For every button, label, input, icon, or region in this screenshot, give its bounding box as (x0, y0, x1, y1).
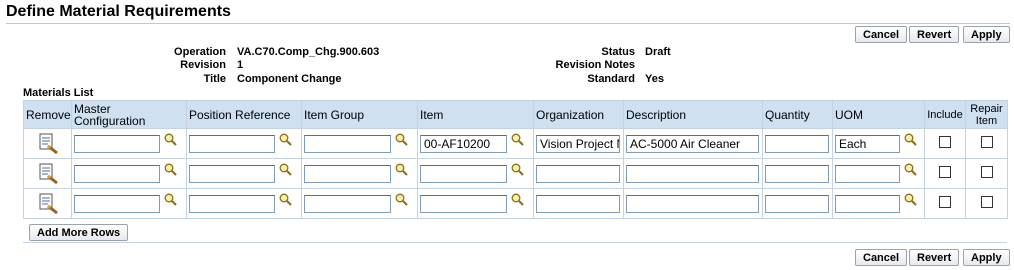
organization-input[interactable] (536, 164, 620, 183)
uom-search-icon[interactable] (904, 132, 917, 146)
description-input[interactable] (626, 194, 759, 213)
item-search-icon[interactable] (511, 192, 524, 206)
uom-search-icon[interactable] (904, 162, 917, 176)
table-row: 00-AF10200 Vision Project M AC-5000 Air … (23, 128, 1008, 159)
column-header-remove: Remove (23, 100, 72, 129)
repair-item-checkbox[interactable] (980, 136, 993, 148)
remove-record-icon[interactable] (37, 132, 59, 155)
column-header-item-group: Item Group (301, 100, 418, 129)
standard-value: Yes (645, 73, 664, 85)
include-checkbox[interactable] (939, 166, 951, 178)
table-footer (23, 222, 1007, 243)
include-checkbox[interactable] (939, 136, 951, 148)
repair-item-checkbox[interactable] (980, 196, 993, 208)
master-configuration-input[interactable] (74, 164, 160, 183)
title-value: Component Change (237, 73, 342, 85)
title-label: Title (203, 73, 226, 85)
uom-input[interactable]: Each (835, 134, 900, 153)
position-reference-search-icon[interactable] (279, 162, 292, 176)
description-input[interactable] (626, 164, 759, 183)
item-group-input[interactable] (304, 164, 391, 183)
remove-record-icon[interactable] (37, 192, 59, 215)
revert-button-bottom[interactable]: Revert (909, 249, 960, 266)
add-more-rows-button[interactable]: Add More Rows (29, 224, 129, 241)
position-reference-input[interactable] (189, 164, 275, 183)
position-reference-search-icon[interactable] (279, 132, 292, 146)
cancel-button-bottom[interactable]: Cancel (855, 249, 908, 266)
column-header-master-configuration: Master Configuration (71, 100, 187, 129)
revert-button-top[interactable]: Revert (909, 26, 960, 43)
standard-label: Standard (587, 73, 635, 85)
operation-value: VA.C70.Comp_Chg.900.603 (237, 46, 380, 58)
item-search-icon[interactable] (511, 162, 524, 176)
column-header-description: Description (623, 100, 763, 129)
uom-search-icon[interactable] (904, 192, 917, 206)
item-input[interactable]: 00-AF10200 (420, 134, 507, 153)
apply-button-top[interactable]: Apply (963, 26, 1010, 43)
column-header-quantity: Quantity (762, 100, 833, 129)
materials-list-label: Materials List (23, 87, 94, 99)
item-input[interactable] (420, 194, 507, 213)
uom-input[interactable] (835, 194, 900, 213)
position-reference-input[interactable] (189, 194, 275, 213)
column-header-organization: Organization (533, 100, 624, 129)
table-row (23, 188, 1008, 219)
repair-item-checkbox[interactable] (980, 166, 993, 178)
column-header-position-reference: Position Reference (186, 100, 302, 129)
revision-notes-label: Revision Notes (555, 59, 635, 71)
page-title: Define Material Requirements (6, 3, 231, 20)
master-configuration-search-icon[interactable] (164, 162, 177, 176)
position-reference-input[interactable] (189, 134, 275, 153)
quantity-input[interactable] (765, 194, 829, 213)
include-checkbox[interactable] (939, 196, 951, 208)
item-group-search-icon[interactable] (395, 192, 408, 206)
description-input[interactable]: AC-5000 Air Cleaner (626, 134, 759, 153)
position-reference-search-icon[interactable] (279, 192, 292, 206)
table-row (23, 158, 1008, 189)
title-divider (6, 23, 1010, 24)
item-input[interactable] (420, 164, 507, 183)
revision-value: 1 (237, 59, 244, 71)
quantity-input[interactable] (765, 134, 829, 153)
organization-input[interactable] (536, 194, 620, 213)
column-header-repair-item: Repair Item (965, 100, 1008, 129)
item-group-search-icon[interactable] (395, 162, 408, 176)
organization-input[interactable]: Vision Project M (536, 134, 620, 153)
column-header-item: Item (417, 100, 534, 129)
apply-button-bottom[interactable]: Apply (963, 249, 1010, 266)
item-search-icon[interactable] (511, 132, 524, 146)
revision-label: Revision (180, 59, 226, 71)
operation-label: Operation (174, 46, 226, 58)
master-configuration-input[interactable] (74, 134, 160, 153)
cancel-button-top[interactable]: Cancel (855, 26, 908, 43)
remove-record-icon[interactable] (37, 162, 59, 185)
item-group-input[interactable] (304, 134, 391, 153)
column-header-include: Include (924, 100, 966, 129)
item-group-search-icon[interactable] (395, 132, 408, 146)
master-configuration-input[interactable] (74, 194, 160, 213)
table-header-row: Remove Master Configuration Position Ref… (23, 100, 1008, 129)
column-header-uom: UOM (832, 100, 925, 129)
status-value: Draft (645, 46, 671, 58)
status-label: Status (601, 46, 635, 58)
quantity-input[interactable] (765, 164, 829, 183)
master-configuration-search-icon[interactable] (164, 192, 177, 206)
materials-table: Remove Master Configuration Position Ref… (23, 100, 1008, 219)
uom-input[interactable] (835, 164, 900, 183)
item-group-input[interactable] (304, 194, 391, 213)
master-configuration-search-icon[interactable] (164, 132, 177, 146)
